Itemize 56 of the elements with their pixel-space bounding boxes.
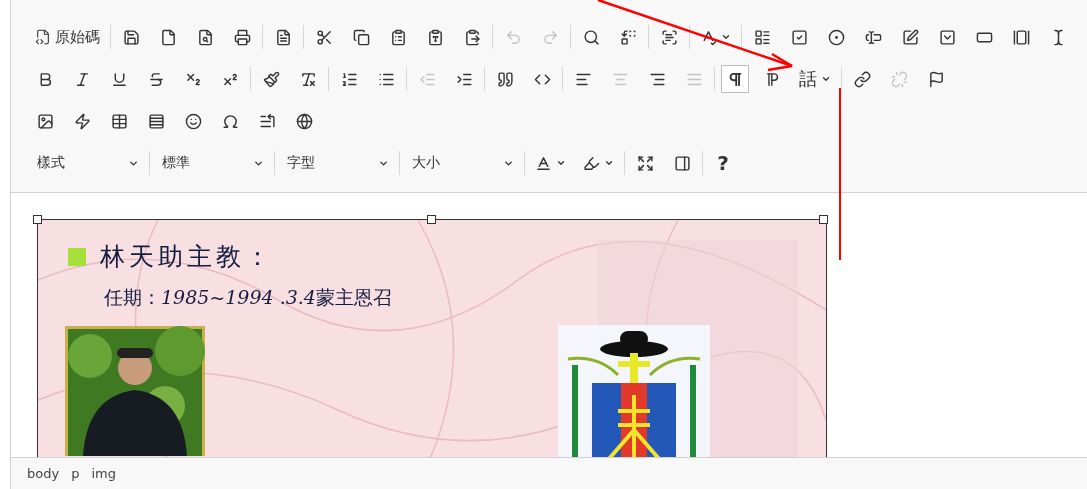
highlight-icon: [583, 154, 600, 172]
omega-icon: [221, 112, 239, 130]
globe-icon: [295, 112, 313, 130]
flash-icon: [73, 112, 91, 130]
table-icon: [110, 112, 128, 130]
paste-word-icon: [463, 28, 481, 46]
textarea-icon: [901, 28, 919, 46]
replace-icon: [619, 28, 637, 46]
caret-icon: [721, 32, 731, 42]
image-icon: [36, 112, 54, 130]
form-icon: [753, 28, 771, 46]
resize-handle[interactable]: [33, 215, 42, 224]
undo-icon: [504, 28, 522, 46]
combo-dropdown[interactable]: 樣式: [31, 150, 143, 176]
flag-icon: [927, 70, 945, 88]
help-button[interactable]: ?: [709, 149, 737, 177]
select-icon: [938, 28, 956, 46]
quote-icon: [496, 70, 514, 88]
link-icon: [853, 70, 871, 88]
maximize-icon: [636, 154, 654, 172]
language-button[interactable]: 話: [795, 65, 835, 93]
path-link[interactable]: img: [91, 466, 116, 481]
save-icon: [122, 28, 140, 46]
source-button[interactable]: 原始碼: [31, 23, 104, 51]
select-all-icon: [660, 28, 678, 46]
paintbrush-icon: [262, 70, 280, 88]
paste-icon: [389, 28, 407, 46]
strikethrough-icon: [147, 70, 165, 88]
circle-dot-icon: [827, 28, 845, 46]
checkbox-icon: [790, 28, 808, 46]
cut-icon: [315, 28, 333, 46]
paste-text-icon: [426, 28, 444, 46]
caret-icon: [556, 158, 566, 168]
print-icon: [233, 28, 251, 46]
caret-icon: [821, 74, 831, 84]
preview-icon: [196, 28, 214, 46]
clear-format-icon: [299, 70, 317, 88]
underline-icon: [110, 70, 128, 88]
copy-icon: [352, 28, 370, 46]
combo-dropdown[interactable]: 字型: [281, 150, 393, 176]
page-icon: [159, 28, 177, 46]
text-field-icon: [864, 28, 882, 46]
text-color-icon: [535, 154, 552, 172]
unlink-icon: [890, 70, 908, 88]
source-icon: [35, 29, 51, 45]
path-link[interactable]: body: [27, 466, 60, 481]
combo-dropdown[interactable]: 大小: [406, 150, 518, 176]
smiley-icon: [184, 112, 202, 130]
redo-icon: [541, 28, 559, 46]
numbered-list-icon: [340, 70, 358, 88]
path-link[interactable]: p: [71, 466, 80, 481]
search-icon: [582, 28, 600, 46]
combo-dropdown[interactable]: 標準: [156, 150, 268, 176]
template-icon: [274, 28, 292, 46]
pilcrow-button[interactable]: [721, 65, 749, 93]
caret-icon: [604, 158, 614, 168]
